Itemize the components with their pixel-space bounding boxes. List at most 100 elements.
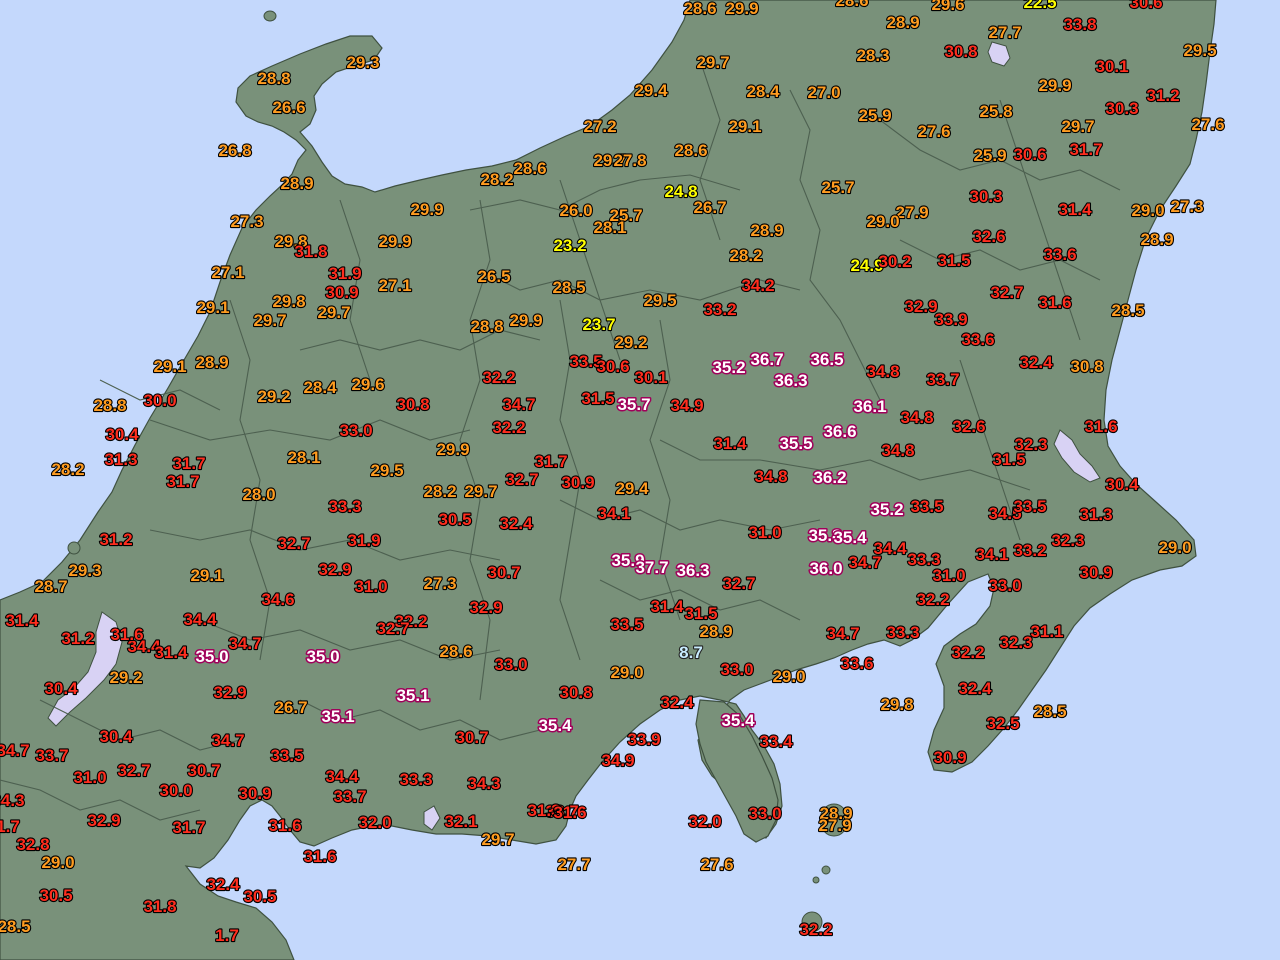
temperature-label: 32.9 (318, 560, 351, 579)
temperature-label: 33.5 (1013, 497, 1046, 516)
temperature-label: 31.4 (1058, 200, 1092, 219)
temperature-label: 33.0 (339, 421, 372, 440)
temperature-label: 36.0 (809, 559, 842, 578)
temperature-label: 29.0 (772, 667, 805, 686)
temperature-label: 36.5 (810, 350, 843, 369)
temperature-label: 28.8 (257, 69, 290, 88)
temperature-label: 28.4 (303, 378, 337, 397)
temperature-label: 33.9 (934, 310, 967, 329)
temperature-label: 30.6 (1129, 0, 1162, 12)
island-small-2 (821, 865, 831, 875)
temperature-label: 29.9 (1038, 76, 1071, 95)
temperature-label: 33.2 (1013, 541, 1046, 560)
temperature-label: 31.2 (1146, 86, 1179, 105)
temperature-label: 28.6 (513, 159, 546, 178)
temperature-label: 32.2 (482, 368, 515, 387)
temperature-label: 34.8 (754, 467, 787, 486)
temperature-label: 35.7 (617, 395, 650, 414)
temperature-label: 31.6 (303, 847, 336, 866)
temperature-label: 31.6 (110, 625, 143, 644)
temperature-label: 30.0 (143, 391, 176, 410)
temperature-label: 25.8 (979, 102, 1012, 121)
temperature-label: 28.9 (195, 353, 228, 372)
temperature-label: 29.9 (378, 232, 411, 251)
temperature-label: 28.6 (439, 642, 472, 661)
temperature-label: 27.9 (818, 816, 851, 835)
island-small-4 (67, 541, 81, 555)
temperature-label: 33.0 (988, 576, 1021, 595)
temperature-label: 32.7 (505, 470, 538, 489)
temperature-label: 32.6 (972, 227, 1005, 246)
temperature-label: 31.4 (154, 643, 188, 662)
temperature-label: 32.7 (277, 534, 310, 553)
temperature-label: 28.2 (729, 246, 762, 265)
temperature-label: 29.9 (725, 0, 758, 18)
temperature-label: 25.9 (858, 106, 891, 125)
temperature-label: 29.9 (509, 311, 542, 330)
temperature-label: 29.0 (41, 853, 74, 872)
temperature-map: 28.6 29.9 28.6 29.6 22.5 30.6 28.9 27.7 33.8 29.3… (0, 0, 1280, 960)
temperature-label: 30.4 (44, 679, 78, 698)
temperature-label: 36.2 (813, 468, 846, 487)
temperature-label: 32.8 (16, 835, 49, 854)
temperature-label: 31.6 (1084, 417, 1117, 436)
temperature-label: 27.0 (807, 83, 840, 102)
temperature-label: 29.0 (1131, 201, 1164, 220)
temperature-label: 31.7 (172, 454, 205, 473)
temperature-label: 29.3 (68, 561, 101, 580)
temperature-label: 27.7 (557, 855, 590, 874)
temperature-label: 26.7 (274, 698, 307, 717)
temperature-label: 29.5 (370, 461, 403, 480)
temperature-label: 32.1 (444, 812, 477, 831)
temperature-label: 32.4 (206, 875, 240, 894)
temperature-label: 35.5 (779, 434, 812, 453)
temperature-label: 32.0 (688, 812, 721, 831)
temperature-label: 32.4 (958, 679, 992, 698)
temperature-label: 33.2 (703, 300, 736, 319)
temperature-label: 30.9 (325, 283, 358, 302)
temperature-label: 31.8 (294, 242, 327, 261)
temperature-label: 31.5 (937, 251, 970, 270)
temperature-label: 33.0 (720, 660, 753, 679)
temperature-label: 29.3 (346, 53, 379, 72)
temperature-label: 28.9 (750, 221, 783, 240)
temperature-label: 32.3 (999, 633, 1032, 652)
temperature-label: 28.6 (835, 0, 868, 10)
temperature-label: 31.4 (713, 434, 747, 453)
temperature-label: 27.6 (700, 855, 733, 874)
temperature-label: 28.2 (51, 460, 84, 479)
temperature-label: 26.6 (272, 98, 305, 117)
temperature-label: 33.3 (328, 497, 361, 516)
temperature-label: 30.1 (1095, 57, 1128, 76)
temperature-label: 28.6 (674, 141, 707, 160)
temperature-label: 31.0 (932, 566, 965, 585)
temperature-label: 30.6 (596, 357, 629, 376)
temperature-label: 34.7 (826, 624, 859, 643)
temperature-label: 34.7 (228, 634, 261, 653)
temperature-label: 27.3 (230, 212, 263, 231)
temperature-label: 31.0 (354, 577, 387, 596)
temperature-label: 30.4 (1105, 475, 1139, 494)
temperature-label: 31.1 (1030, 622, 1063, 641)
temperature-label: 29.9 (410, 200, 443, 219)
temperature-label: 33.5 (270, 746, 303, 765)
temperature-label: 29.8 (880, 695, 913, 714)
temperature-label: 30.5 (438, 510, 471, 529)
temperature-label: 28.3 (856, 46, 889, 65)
temperature-label: 36.6 (823, 422, 856, 441)
temperature-label: 31.5 (684, 604, 717, 623)
temperature-label: 28.5 (552, 278, 585, 297)
temperature-label: 28.5 (1033, 702, 1066, 721)
temperature-label: 31.3 (104, 450, 137, 469)
temperature-label: 31.2 (61, 629, 94, 648)
temperature-label: 32.0 (358, 813, 391, 832)
temperature-label: 28.8 (470, 317, 503, 336)
temperature-label: 29.1 (728, 117, 761, 136)
temperature-label: 28.9 (886, 13, 919, 32)
temperature-label: 36.7 (750, 350, 783, 369)
temperature-label: 33.6 (1043, 245, 1076, 264)
temperature-label: 29.7 (317, 303, 350, 322)
temperature-label: 30.3 (969, 187, 1002, 206)
temperature-label: 29.0 (610, 663, 643, 682)
temperature-label: 32.9 (469, 598, 502, 617)
